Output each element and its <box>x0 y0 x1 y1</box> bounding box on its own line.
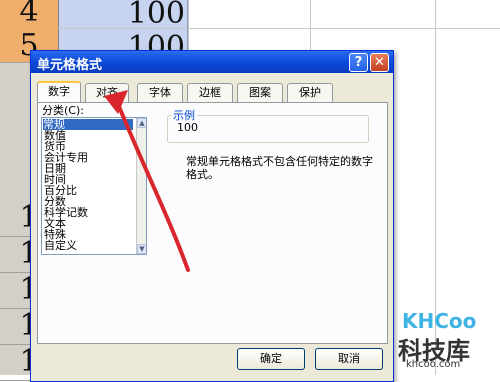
dialog-titlebar[interactable]: 单元格格式 ? ✕ <box>31 51 393 73</box>
watermark-logo-text: KHCoo <box>402 309 477 333</box>
listbox-scrollbar[interactable]: ▲ ▼ <box>136 118 146 254</box>
scroll-down-icon[interactable]: ▼ <box>137 244 146 254</box>
tab-patterns[interactable]: 图案 <box>237 83 283 102</box>
cell-value[interactable]: 100 <box>59 0 185 31</box>
tab-protection[interactable]: 保护 <box>287 83 333 102</box>
format-description: 常规单元格格式不包含任何特定的数字格式。 <box>186 155 373 181</box>
category-item[interactable]: 自定义 <box>44 240 77 251</box>
row-header-4[interactable]: 4 <box>0 0 58 29</box>
close-button[interactable]: ✕ <box>370 53 389 72</box>
cancel-button[interactable]: 取消 <box>315 348 383 370</box>
watermark-logo: KHCoo 科技库 khcoo.com <box>396 301 486 371</box>
ok-button[interactable]: 确定 <box>237 348 305 370</box>
watermark-url: khcoo.com <box>406 359 461 370</box>
format-cells-dialog: 单元格格式 ? ✕ 数字 对齐 字体 边框 图案 保护 分类(C): 常规 数值… <box>30 50 394 382</box>
help-button[interactable]: ? <box>349 53 368 72</box>
scroll-up-icon[interactable]: ▲ <box>137 118 146 128</box>
dialog-title: 单元格格式 <box>37 58 103 73</box>
tab-alignment[interactable]: 对齐 <box>85 83 129 102</box>
tab-font[interactable]: 字体 <box>137 83 183 102</box>
category-label: 分类(C): <box>42 104 84 117</box>
tab-number[interactable]: 数字 <box>37 81 81 104</box>
sample-value: 100 <box>177 121 198 134</box>
category-listbox[interactable]: 常规 数值 货币 会计专用 日期 时间 百分比 分数 科学记数 文本 特殊 自定… <box>41 117 147 255</box>
tab-border[interactable]: 边框 <box>187 83 233 102</box>
